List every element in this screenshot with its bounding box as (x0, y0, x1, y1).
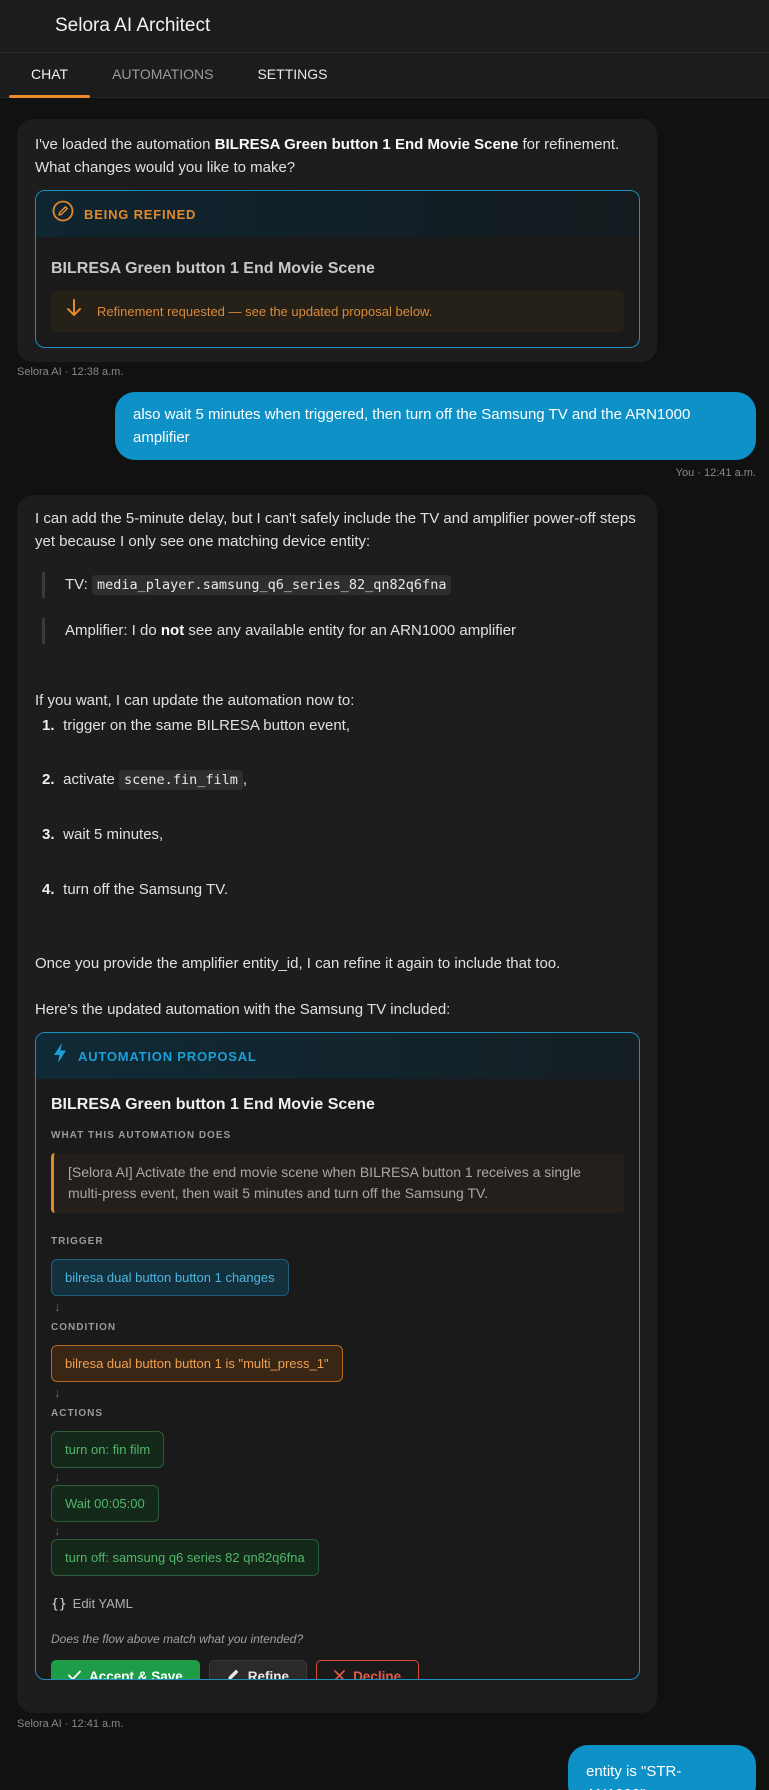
ai-message-refine: I've loaded the automation BILRESA Green… (17, 119, 657, 362)
message-meta: Selora AI · 12:41 a.m. (17, 1718, 124, 1730)
step-number: 3. (42, 826, 55, 843)
text-segment: I've loaded the automation (35, 136, 215, 153)
action-pill: turn on: fin film (51, 1431, 165, 1468)
text-segment: Amplifier: I do (65, 622, 161, 639)
automation-proposal-card: AUTOMATION PROPOSAL BILRESA Green button… (35, 1032, 640, 1680)
tv-entity-quote: TV: media_player.samsung_q6_series_82_qn… (42, 572, 640, 598)
x-icon (334, 1665, 345, 1679)
step-text: turn off the Samsung TV. (63, 881, 229, 898)
accept-save-button[interactable]: Accept & Save (51, 1660, 200, 1680)
trigger-label: TRIGGER (51, 1236, 104, 1247)
ai-intro-text: I can add the 5-minute delay, but I can'… (35, 510, 636, 550)
action-pill: Wait 00:05:00 (51, 1485, 159, 1522)
tab-bar: CHAT AUTOMATIONS SETTINGS (0, 53, 769, 98)
here-text: Here's the updated automation with the S… (35, 1001, 451, 1018)
pencil-circle-icon (52, 200, 74, 229)
being-refined-header: BEING REFINED (36, 191, 639, 237)
list-item: 2. activate scene.fin_film, (42, 768, 640, 792)
decline-button[interactable]: Decline (316, 1660, 420, 1680)
tab-automations[interactable]: AUTOMATIONS (90, 53, 235, 98)
step-number: 4. (42, 881, 55, 898)
text-bold: not (160, 622, 185, 639)
connector-arrow: ↓ (54, 1299, 61, 1314)
being-refined-label: BEING REFINED (84, 206, 197, 222)
scene-code: scene.fin_film (119, 770, 243, 790)
confirmation-question: Does the flow above match what you inten… (51, 1632, 304, 1646)
code-braces-icon: {} (51, 1597, 67, 1612)
refine-label: Refine (247, 1668, 290, 1680)
action-pill: turn off: samsung q6 series 82 qn82q6fna (51, 1539, 319, 1576)
tab-settings[interactable]: SETTINGS (235, 53, 349, 98)
edit-yaml-label: Edit YAML (72, 1596, 133, 1611)
actions-label: ACTIONS (51, 1408, 103, 1419)
tab-chat[interactable]: CHAT (9, 53, 91, 98)
step-text: activate (63, 771, 120, 788)
list-item: 1. trigger on the same BILRESA button ev… (42, 714, 640, 737)
condition-label: CONDITION (51, 1322, 117, 1333)
arrow-down-icon (65, 298, 83, 324)
lightning-bolt-icon (52, 1042, 68, 1071)
being-refined-card: BEING REFINED BILRESA Green button 1 End… (35, 190, 640, 348)
message-meta: Selora AI · 12:38 a.m. (17, 366, 124, 378)
list-item: 4. turn off the Samsung TV. (42, 878, 640, 901)
refinement-note-text: Refinement requested — see the updated p… (97, 303, 433, 319)
step-number: 1. (42, 717, 55, 734)
tv-prefix: TV: (65, 576, 92, 593)
step-text: trigger on the same BILRESA button event… (63, 717, 351, 734)
ai-message-proposal: I can add the 5-minute delay, but I can'… (17, 495, 657, 1713)
step-number: 2. (42, 771, 55, 788)
step-text: wait 5 minutes, (63, 826, 164, 843)
connector-arrow: ↓ (54, 1385, 61, 1400)
app-title: Selora AI Architect (55, 15, 211, 36)
pencil-icon (227, 1665, 240, 1679)
text-segment: see any available entity for an ARN1000 … (184, 622, 517, 639)
proposal-actions: Accept & Save Refine Decline (51, 1660, 624, 1680)
accept-label: Accept & Save (89, 1668, 183, 1680)
if-text: If you want, I can update the automation… (35, 692, 355, 709)
trigger-pill: bilresa dual button button 1 changes (51, 1259, 289, 1296)
proposal-label: AUTOMATION PROPOSAL (78, 1048, 257, 1064)
amplifier-quote: Amplifier: I do not see any available en… (42, 618, 640, 644)
top-bar: Selora AI Architect (0, 0, 769, 53)
proposal-header: AUTOMATION PROPOSAL (36, 1033, 639, 1079)
user-message: also wait 5 minutes when triggered, then… (115, 392, 756, 460)
step-text: , (242, 771, 248, 788)
check-icon (68, 1665, 81, 1679)
list-item: 3. wait 5 minutes, (42, 823, 640, 846)
user-message: entity is "STR-AN1000" (568, 1745, 756, 1790)
once-text: Once you provide the amplifier entity_id… (35, 955, 561, 972)
connector-arrow: ↓ (54, 1469, 61, 1484)
connector-arrow: ↓ (54, 1523, 61, 1538)
edit-yaml-button[interactable]: {} Edit YAML (51, 1592, 624, 1616)
ai-message-text: I've loaded the automation BILRESA Green… (35, 133, 640, 179)
steps-list: 1. trigger on the same BILRESA button ev… (42, 714, 640, 901)
message-meta: You · 12:41 a.m. (675, 467, 756, 479)
what-label: WHAT THIS AUTOMATION DOES (51, 1130, 232, 1141)
proposal-title: BILRESA Green button 1 End Movie Scene (51, 1096, 375, 1113)
refined-automation-title: BILRESA Green button 1 End Movie Scene (51, 260, 375, 277)
automation-description: [Selora AI] Activate the end movie scene… (51, 1153, 624, 1213)
automation-name-bold: BILRESA Green button 1 End Movie Scene (214, 136, 519, 153)
condition-pill: bilresa dual button button 1 is "multi_p… (51, 1345, 343, 1382)
refine-button[interactable]: Refine (208, 1660, 308, 1680)
decline-label: Decline (353, 1668, 402, 1680)
refinement-note: Refinement requested — see the updated p… (51, 290, 624, 332)
tv-entity-code: media_player.samsung_q6_series_82_qn82q6… (91, 575, 452, 595)
